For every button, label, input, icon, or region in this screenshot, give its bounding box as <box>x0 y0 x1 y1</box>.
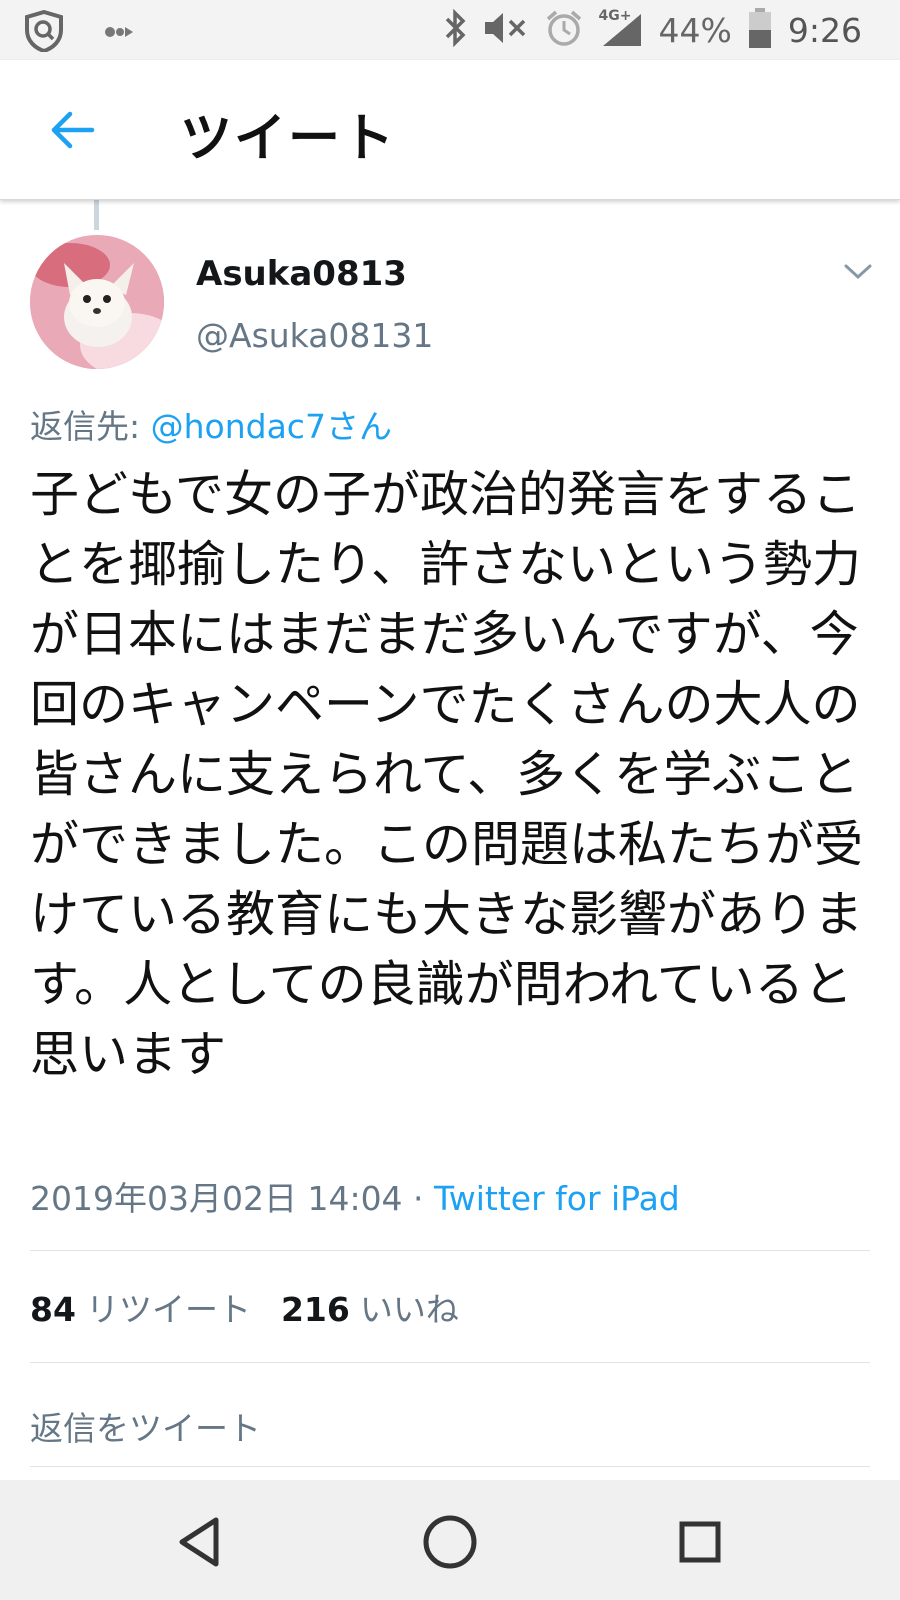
user-handle[interactable]: @Asuka08131 <box>196 316 433 355</box>
alarm-icon <box>545 9 583 51</box>
reply-context: 返信先: @hondac7さん <box>30 400 392 448</box>
battery-percent: 44% <box>658 10 732 50</box>
status-bar: 4G+ 44% 9:26 <box>0 0 900 60</box>
mute-icon <box>483 11 529 49</box>
network-label: 4G+ <box>598 8 632 24</box>
square-recents-icon <box>679 1521 721 1563</box>
shield-icon <box>24 9 64 56</box>
divider <box>30 1250 870 1251</box>
retweet-count-value: 84 <box>30 1290 76 1329</box>
chihuahua-avatar-image <box>30 235 164 369</box>
cast-icon <box>104 24 134 43</box>
display-name[interactable]: Asuka0813 <box>196 254 407 294</box>
signal-indicator: 4G+ <box>599 8 643 48</box>
chevron-down-icon <box>844 264 872 280</box>
meta-separator: · <box>402 1179 435 1218</box>
triangle-back-icon <box>179 1517 219 1567</box>
bluetooth-icon <box>443 8 467 51</box>
nav-recents-button[interactable] <box>660 1502 740 1582</box>
circle-home-icon <box>423 1515 477 1569</box>
status-left <box>24 9 134 56</box>
tweet-timestamp: 2019年03月02日 14:04 <box>30 1179 403 1218</box>
back-button[interactable] <box>48 110 96 150</box>
divider <box>30 1362 870 1363</box>
tweet-source-link[interactable]: Twitter for iPad <box>434 1179 680 1218</box>
app-header: ツイート <box>0 60 900 200</box>
status-right: 4G+ 44% 9:26 <box>443 0 862 60</box>
clock: 9:26 <box>787 10 862 50</box>
reply-input[interactable]: 返信をツイート <box>30 1402 261 1450</box>
reply-to-mention-link[interactable]: @hondac7さん <box>151 407 392 446</box>
reply-prefix: 返信先: <box>30 407 151 446</box>
tweet-stats: 84 リツイート 216 いいね <box>30 1283 459 1331</box>
tweet-text: 子どもで女の子が政治的発言をすることを揶揄したり、許さないという勢力が日本にはま… <box>30 466 864 1083</box>
like-count-value: 216 <box>280 1290 350 1329</box>
back-arrow-icon <box>51 111 95 149</box>
thread-connector-line <box>94 200 99 230</box>
tweet-menu-button[interactable] <box>842 262 874 282</box>
battery-icon <box>748 8 772 52</box>
like-count[interactable]: 216 いいね <box>281 1283 459 1331</box>
like-count-label: いいね <box>359 1290 459 1329</box>
avatar[interactable] <box>30 235 164 369</box>
nav-home-button[interactable] <box>410 1502 490 1582</box>
tweet-meta: 2019年03月02日 14:04 · Twitter for iPad <box>30 1172 680 1220</box>
retweet-count[interactable]: 84 リツイート <box>30 1283 251 1331</box>
system-nav-bar <box>0 1480 900 1600</box>
nav-back-button[interactable] <box>160 1502 240 1582</box>
retweet-count-label: リツイート <box>85 1290 251 1329</box>
page-title: ツイート <box>180 109 397 169</box>
divider <box>30 1466 870 1467</box>
